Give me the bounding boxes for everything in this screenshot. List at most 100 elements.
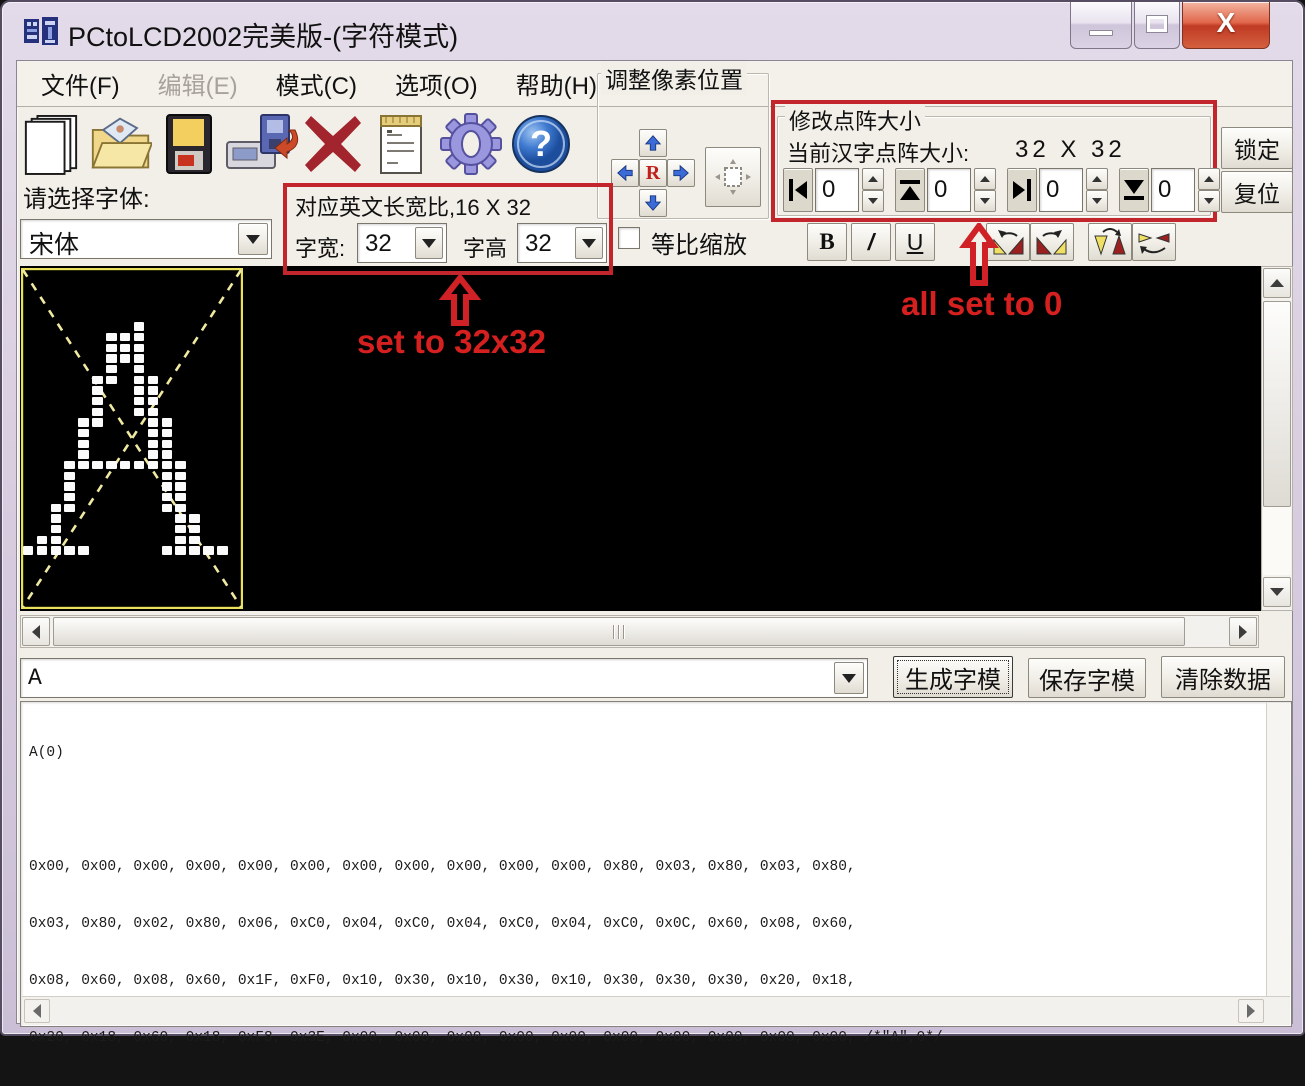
- glyph-pixel[interactable]: [134, 408, 144, 416]
- glyph-pixel[interactable]: [148, 440, 158, 448]
- margin-bottom-spinner[interactable]: [1198, 168, 1220, 212]
- glyph-pixel[interactable]: [162, 440, 172, 448]
- glyph-pixel[interactable]: [106, 333, 116, 341]
- glyph-pixel[interactable]: [148, 397, 158, 405]
- spin-down-button[interactable]: [974, 190, 996, 212]
- margin-left-field[interactable]: 0: [815, 168, 859, 212]
- menu-mode[interactable]: 模式(C): [262, 62, 371, 105]
- scroll-page-region[interactable]: [1263, 507, 1291, 575]
- move-down-button[interactable]: [639, 189, 667, 217]
- scroll-left-button[interactable]: [24, 999, 50, 1023]
- menu-edit[interactable]: 编辑(E): [144, 62, 252, 105]
- glyph-pixel[interactable]: [148, 429, 158, 437]
- glyph-pixel[interactable]: [78, 429, 88, 437]
- minimize-button[interactable]: [1070, 2, 1132, 49]
- glyph-pixel[interactable]: [175, 525, 185, 533]
- glyph-pixel[interactable]: [64, 482, 74, 490]
- glyph-pixel[interactable]: [189, 514, 199, 522]
- glyph-pixel[interactable]: [189, 536, 199, 544]
- glyph-pixel[interactable]: [175, 504, 185, 512]
- glyph-pixel[interactable]: [162, 472, 172, 480]
- char-height-combobox[interactable]: 32: [517, 223, 607, 263]
- vertical-scroll-thumb[interactable]: [1263, 301, 1291, 507]
- margin-top-spinner[interactable]: [974, 168, 996, 212]
- glyph-pixel[interactable]: [51, 525, 61, 533]
- glyph-pixel[interactable]: [78, 461, 88, 469]
- spin-down-button[interactable]: [1198, 190, 1220, 212]
- glyph-pixel[interactable]: [162, 429, 172, 437]
- close-button[interactable]: X: [1182, 2, 1270, 49]
- glyph-pixel[interactable]: [162, 504, 172, 512]
- glyph-pixel[interactable]: [92, 418, 102, 426]
- help-button[interactable]: ?: [509, 111, 573, 177]
- canvas-horizontal-scrollbar[interactable]: [20, 615, 1259, 648]
- menu-file[interactable]: 文件(F): [27, 62, 134, 105]
- glyph-pixel[interactable]: [162, 418, 172, 426]
- spin-up-button[interactable]: [974, 168, 996, 190]
- glyph-pixel[interactable]: [51, 504, 61, 512]
- glyph-pixel[interactable]: [92, 397, 102, 405]
- glyph-pixel[interactable]: [64, 461, 74, 469]
- glyph-pixel[interactable]: [92, 376, 102, 384]
- char-combobox-dropdown-button[interactable]: [834, 662, 864, 694]
- glyph-pixel[interactable]: [134, 461, 144, 469]
- output-panel[interactable]: A(0) 0x00, 0x00, 0x00, 0x00, 0x00, 0x00,…: [20, 701, 1292, 1027]
- glyph-pixel[interactable]: [120, 354, 130, 362]
- glyph-pixel[interactable]: [78, 440, 88, 448]
- font-combobox-dropdown-button[interactable]: [238, 223, 268, 255]
- bold-button[interactable]: B: [807, 223, 847, 261]
- scroll-right-button[interactable]: [1238, 999, 1264, 1023]
- glyph-pixel[interactable]: [37, 536, 47, 544]
- spin-up-button[interactable]: [862, 168, 884, 190]
- glyph-pixel[interactable]: [120, 333, 130, 341]
- glyph-pixel[interactable]: [51, 514, 61, 522]
- delete-button[interactable]: [301, 111, 365, 177]
- new-file-button[interactable]: [19, 111, 83, 177]
- save-button[interactable]: [157, 111, 221, 177]
- glyph-pixel[interactable]: [134, 322, 144, 330]
- spin-up-button[interactable]: [1198, 168, 1220, 190]
- glyph-pixel[interactable]: [134, 397, 144, 405]
- glyph-pixel[interactable]: [92, 408, 102, 416]
- char-height-dropdown-button[interactable]: [575, 227, 603, 259]
- glyph-pixel[interactable]: [64, 493, 74, 501]
- glyph-pixel[interactable]: [78, 450, 88, 458]
- export-button[interactable]: [223, 111, 301, 177]
- glyph-pixel[interactable]: [120, 344, 130, 352]
- glyph-pixel[interactable]: [78, 546, 88, 554]
- horizontal-scroll-thumb[interactable]: [53, 617, 1185, 646]
- glyph-pixel[interactable]: [175, 493, 185, 501]
- font-combobox[interactable]: 宋体: [20, 219, 272, 259]
- glyph-pixel[interactable]: [134, 365, 144, 373]
- output-vertical-scrollbar[interactable]: [1266, 703, 1290, 997]
- glyph-pixel[interactable]: [162, 493, 172, 501]
- lock-button[interactable]: 锁定: [1221, 127, 1293, 169]
- spin-up-button[interactable]: [1086, 168, 1108, 190]
- glyph-pixel[interactable]: [162, 450, 172, 458]
- generate-button[interactable]: 生成字模: [893, 656, 1013, 698]
- margin-top-icon-button[interactable]: [895, 168, 925, 212]
- glyph-pixel[interactable]: [106, 461, 116, 469]
- glyph-pixel[interactable]: [51, 536, 61, 544]
- margin-right-field[interactable]: 0: [1039, 168, 1083, 212]
- glyph-pixel[interactable]: [78, 418, 88, 426]
- menu-options[interactable]: 选项(O): [381, 62, 492, 105]
- glyph-pixel[interactable]: [175, 514, 185, 522]
- reset-position-button[interactable]: R: [639, 159, 667, 187]
- margin-bottom-field[interactable]: 0: [1151, 168, 1195, 212]
- settings-button[interactable]: [435, 111, 507, 177]
- glyph-pixel[interactable]: [64, 546, 74, 554]
- maximize-button[interactable]: [1134, 2, 1180, 49]
- scroll-left-button[interactable]: [22, 617, 50, 646]
- flip-vertical-button[interactable]: [1088, 223, 1132, 261]
- margin-left-spinner[interactable]: [862, 168, 884, 212]
- glyph-pixel[interactable]: [189, 525, 199, 533]
- glyph-pixel[interactable]: [148, 376, 158, 384]
- spin-down-button[interactable]: [862, 190, 884, 212]
- margin-right-icon-button[interactable]: [1007, 168, 1037, 212]
- glyph-pixel[interactable]: [64, 504, 74, 512]
- glyph-pixel[interactable]: [106, 354, 116, 362]
- scroll-up-button[interactable]: [1263, 268, 1291, 298]
- glyph-pixel[interactable]: [92, 461, 102, 469]
- underline-button[interactable]: U: [895, 223, 935, 261]
